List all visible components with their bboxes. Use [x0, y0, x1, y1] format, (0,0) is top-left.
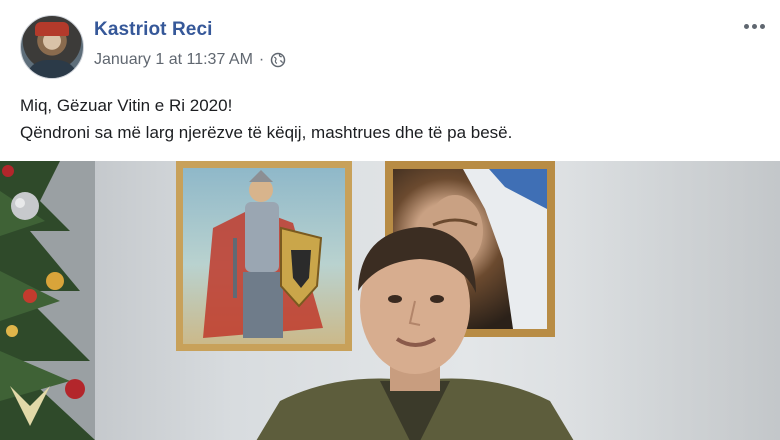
- post-text: Miq, Gëzuar Vitin e Ri 2020! Qëndroni sa…: [20, 92, 760, 146]
- more-dot: [759, 23, 765, 29]
- post-photo[interactable]: [0, 161, 780, 440]
- feed-post: Kastriot Reci January 1 at 11:37 AM · Mi…: [0, 0, 780, 440]
- avatar-hat: [35, 22, 69, 36]
- christmas-tree-decoration: [0, 161, 95, 440]
- post-text-line: Miq, Gëzuar Vitin e Ri 2020!: [20, 96, 233, 115]
- post-header: Kastriot Reci January 1 at 11:37 AM ·: [0, 0, 780, 85]
- more-options-icon[interactable]: [740, 16, 768, 36]
- post-timestamp-link[interactable]: January 1 at 11:37 AM: [94, 51, 253, 69]
- post-meta: January 1 at 11:37 AM ·: [94, 51, 286, 69]
- meta-separator: ·: [258, 51, 265, 68]
- avatar-shoulders: [25, 60, 79, 78]
- more-dot: [751, 23, 757, 29]
- person-photo-subject: [256, 227, 574, 440]
- author-name-link[interactable]: Kastriot Reci: [94, 19, 213, 41]
- more-dot: [743, 23, 749, 29]
- wall-shadow: [560, 161, 780, 440]
- avatar[interactable]: [20, 15, 84, 79]
- post-text-line: Qëndroni sa më larg njerëzve të këqij, m…: [20, 123, 513, 142]
- globe-icon[interactable]: [270, 52, 286, 68]
